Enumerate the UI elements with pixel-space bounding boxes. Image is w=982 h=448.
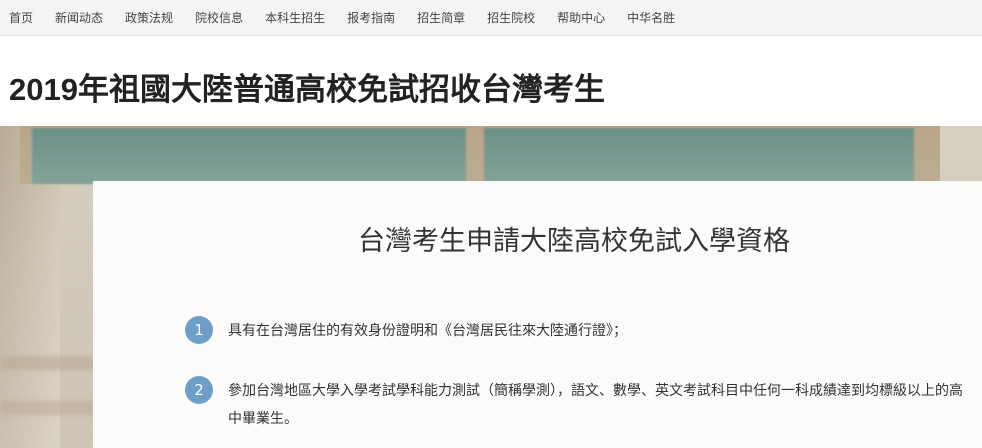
top-nav: 首页 新闻动态 政策法规 院校信息 本科生招生 报考指南 招生简章 招生院校 帮… <box>0 0 982 36</box>
nav-item-scenic-spots[interactable]: 中华名胜 <box>627 9 687 26</box>
card-title: 台灣考生申請大陸高校免試入學資格 <box>358 226 790 257</box>
nav-item-policy[interactable]: 政策法规 <box>125 9 185 26</box>
title-bar: 2019年祖國大陸普通高校免試招收台灣考生 <box>0 36 982 126</box>
nav-item-help-center[interactable]: 帮助中心 <box>557 9 617 26</box>
nav-item-admission-brochure[interactable]: 招生简章 <box>417 9 477 26</box>
page-title: 2019年祖國大陸普通高校免試招收台灣考生 <box>9 72 605 107</box>
requirement-number-badge: 2 <box>185 376 213 404</box>
nav-item-admitting-colleges[interactable]: 招生院校 <box>487 9 547 26</box>
requirement-text: 具有在台灣居住的有效身份證明和《台灣居民往來大陸通行證》； <box>228 323 627 339</box>
requirement-number-badge: 1 <box>185 316 213 344</box>
eligibility-card: 台灣考生申請大陸高校免試入學資格 1 具有在台灣居住的有效身份證明和《台灣居民往… <box>93 181 982 448</box>
nav-item-undergrad-admission[interactable]: 本科生招生 <box>265 9 337 26</box>
nav-item-news[interactable]: 新闻动态 <box>55 9 115 26</box>
requirement-text: 參加台灣地區大學入學考試學科能力測試（簡稱學測），語文、數學、英文考試科目中任何… <box>228 383 963 427</box>
nav-item-home[interactable]: 首页 <box>9 9 45 26</box>
nav-item-colleges-info[interactable]: 院校信息 <box>195 9 255 26</box>
nav-item-application-guide[interactable]: 报考指南 <box>347 9 407 26</box>
